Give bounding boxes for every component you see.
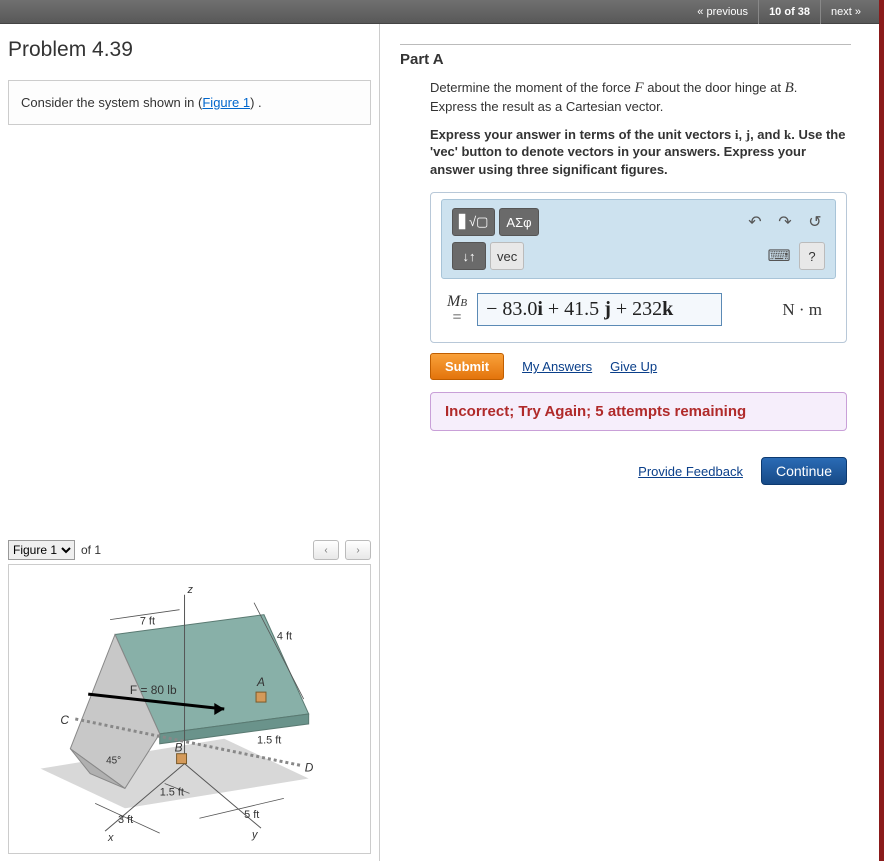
part-description: Determine the moment of the force F abou… (430, 78, 847, 116)
svg-text:D: D (305, 761, 314, 775)
svg-text:7 ft: 7 ft (140, 616, 155, 628)
part-instructions: Express your answer in terms of the unit… (430, 126, 847, 179)
prev-link[interactable]: « previous (687, 0, 758, 24)
help-button[interactable]: ? (799, 242, 825, 270)
answer-input[interactable]: − 83.0i + 41.5 j + 232k (477, 293, 722, 326)
vec-button[interactable]: vec (490, 242, 524, 270)
svg-text:C: C (60, 713, 69, 727)
problem-title: Problem 4.39 (8, 38, 371, 62)
svg-text:A: A (256, 675, 265, 689)
intro-text-post: ) . (250, 95, 262, 110)
svg-text:5 ft: 5 ft (244, 809, 259, 821)
top-nav-bar: « previous 10 of 38 next » (0, 0, 879, 24)
feedback-message: Incorrect; Try Again; 5 attempts remaini… (430, 392, 847, 431)
figure-link[interactable]: Figure 1 (202, 95, 250, 110)
reset-icon[interactable]: ↺ (805, 212, 825, 232)
figure-svg: z x y A B C D F = 80 lb 7 ft 4 ft 3 ft 5… (9, 565, 370, 853)
submit-button[interactable]: Submit (430, 353, 504, 380)
keyboard-icon[interactable]: ⌨ (769, 246, 789, 266)
next-link[interactable]: next » (820, 0, 871, 24)
figure-toolbar: Figure 1 of 1 ‹ › (8, 540, 371, 560)
my-answers-link[interactable]: My Answers (522, 359, 592, 374)
template-button[interactable]: ▋√▢ (452, 208, 495, 236)
figure-panel: z x y A B C D F = 80 lb 7 ft 4 ft 3 ft 5… (8, 564, 371, 854)
figure-count: of 1 (81, 543, 101, 557)
svg-text:F = 80 lb: F = 80 lb (130, 683, 177, 697)
bottom-row: Provide Feedback Continue (400, 457, 851, 485)
svg-text:1.5 ft: 1.5 ft (160, 786, 184, 798)
answer-row: MB = − 83.0i + 41.5 j + 232k N · m (441, 289, 836, 330)
part-divider (400, 44, 851, 45)
right-panel: Part A Determine the moment of the force… (380, 24, 879, 861)
svg-text:1.5 ft: 1.5 ft (257, 735, 281, 747)
svg-text:x: x (107, 832, 114, 844)
units-label: N · m (782, 300, 822, 320)
provide-feedback-link[interactable]: Provide Feedback (638, 464, 743, 479)
svg-text:B: B (175, 741, 183, 755)
variable-label: MB = (447, 294, 467, 326)
greek-button[interactable]: ΑΣφ (499, 208, 538, 236)
give-up-link[interactable]: Give Up (610, 359, 657, 374)
progress-counter: 10 of 38 (758, 0, 820, 24)
figure-next-button[interactable]: › (345, 540, 371, 560)
updown-button[interactable]: ↓↑ (452, 242, 486, 270)
svg-text:y: y (251, 829, 258, 841)
left-panel: Problem 4.39 Consider the system shown i… (0, 24, 380, 861)
svg-text:z: z (187, 584, 194, 596)
equation-toolbar: ▋√▢ ΑΣφ ↶ ↷ ↺ ↓↑ v (441, 199, 836, 279)
undo-icon[interactable]: ↶ (745, 212, 765, 232)
svg-text:4 ft: 4 ft (277, 630, 292, 642)
part-heading: Part A (400, 51, 851, 68)
action-row: Submit My Answers Give Up (430, 353, 847, 380)
svg-text:3 ft: 3 ft (118, 814, 133, 826)
continue-button[interactable]: Continue (761, 457, 847, 485)
figure-prev-button[interactable]: ‹ (313, 540, 339, 560)
svg-text:45°: 45° (106, 756, 121, 767)
intro-text-pre: Consider the system shown in ( (21, 95, 202, 110)
problem-statement: Consider the system shown in (Figure 1) … (8, 80, 371, 125)
redo-icon[interactable]: ↷ (775, 212, 795, 232)
figure-select[interactable]: Figure 1 (8, 540, 75, 560)
answer-widget: ▋√▢ ΑΣφ ↶ ↷ ↺ ↓↑ v (430, 192, 847, 343)
